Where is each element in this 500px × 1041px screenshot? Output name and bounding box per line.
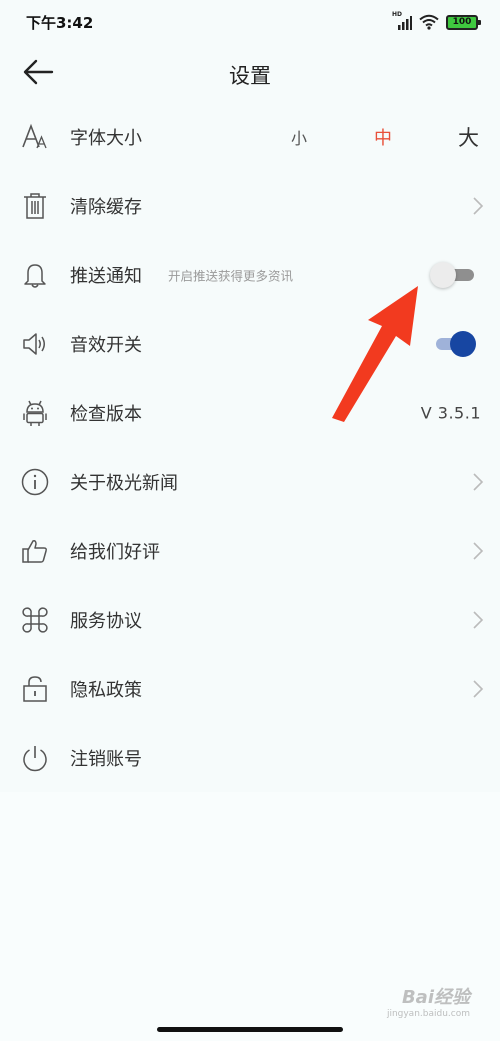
settings-row-about[interactable]: 关于极光新闻 (0, 447, 500, 516)
home-indicator[interactable] (157, 1027, 343, 1032)
rate-us-label: 给我们好评 (70, 541, 160, 563)
push-notification-toggle[interactable] (430, 261, 476, 288)
cellular-signal-icon: HD (392, 11, 412, 30)
push-notification-description: 开启推送获得更多资讯 (168, 268, 294, 283)
about-label: 关于极光新闻 (70, 472, 178, 494)
font-size-options: 小 中 大 (0, 102, 500, 171)
settings-row-privacy-policy[interactable]: 隐私政策 (0, 654, 500, 723)
power-icon (18, 741, 52, 775)
android-icon (18, 396, 52, 430)
trash-icon (18, 189, 52, 223)
command-icon (18, 603, 52, 637)
battery-level: 100 (452, 16, 472, 27)
watermark-main: Bai经验 (401, 987, 470, 1008)
wifi-icon (419, 14, 439, 30)
chevron-right-icon (473, 610, 484, 629)
chevron-right-icon (473, 196, 484, 215)
chevron-right-icon (473, 472, 484, 491)
baidu-watermark: Bai经验 jingyan.baidu.com (387, 983, 470, 1019)
status-time: 下午3:42 (26, 13, 94, 32)
settings-list: 字体大小 小 中 大 清除缓存 推送通知 开启推送获得更多资讯 音效开关 检查版… (0, 102, 500, 792)
speaker-icon (18, 327, 52, 361)
font-size-medium-option[interactable]: 中 (374, 124, 392, 150)
status-bar: 下午3:42 HD 100 (0, 0, 500, 44)
nav-bar: 设置 (0, 44, 500, 102)
font-size-large-option[interactable]: 大 (458, 122, 479, 152)
service-agreement-label: 服务协议 (70, 610, 142, 632)
thumbs-up-icon (18, 534, 52, 568)
battery-icon: 100 (446, 14, 481, 30)
chevron-right-icon (473, 679, 484, 698)
lock-icon (18, 672, 52, 706)
settings-row-service-agreement[interactable]: 服务协议 (0, 585, 500, 654)
status-icons: HD 100 (392, 11, 481, 30)
toggle-knob (450, 330, 476, 357)
watermark-sub: jingyan.baidu.com (386, 1009, 470, 1019)
page-title: 设置 (229, 64, 271, 88)
network-type-label: HD (392, 11, 403, 18)
settings-row-clear-cache[interactable]: 清除缓存 (0, 171, 500, 240)
info-icon (18, 465, 52, 499)
settings-row-rate-us[interactable]: 给我们好评 (0, 516, 500, 585)
delete-account-label: 注销账号 (70, 748, 142, 770)
toggle-knob (430, 261, 456, 288)
privacy-policy-label: 隐私政策 (70, 679, 142, 701)
check-version-label: 检查版本 (70, 403, 142, 425)
settings-row-delete-account[interactable]: 注销账号 (0, 723, 500, 792)
clear-cache-label: 清除缓存 (70, 196, 142, 218)
settings-row-font-size: 字体大小 小 中 大 (0, 102, 500, 171)
sound-effects-label: 音效开关 (70, 334, 142, 356)
font-size-small-option[interactable]: 小 (291, 125, 307, 149)
chevron-right-icon (473, 541, 484, 560)
annotation-arrow-icon (332, 286, 418, 422)
sound-effects-toggle[interactable] (432, 330, 476, 357)
push-notification-label: 推送通知 (70, 265, 142, 287)
bell-icon (18, 258, 52, 292)
